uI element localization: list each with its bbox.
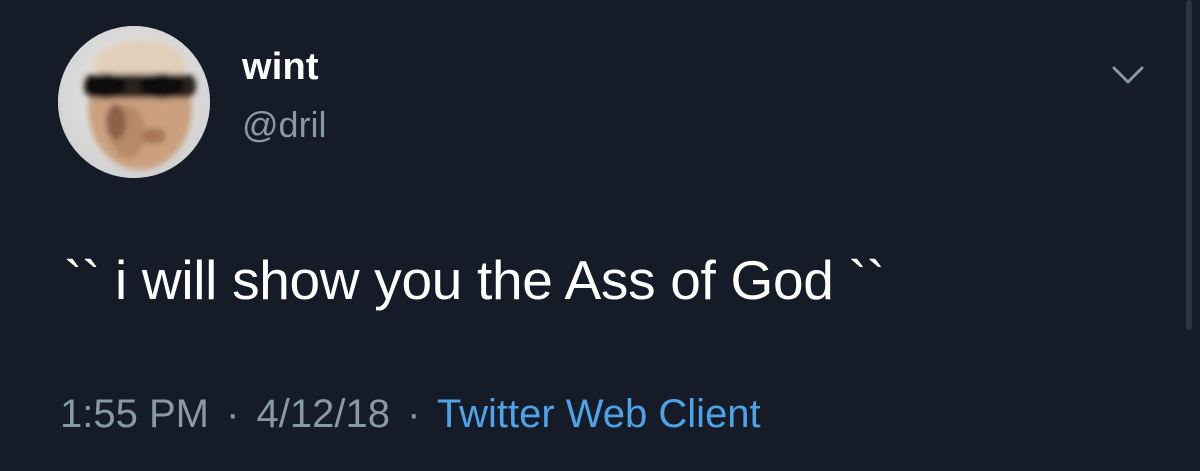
- tweet-date[interactable]: 4/12/18: [257, 392, 390, 436]
- chevron-down-icon[interactable]: [1110, 60, 1146, 88]
- tweet-client-link[interactable]: Twitter Web Client: [437, 392, 761, 436]
- avatar[interactable]: [58, 26, 210, 178]
- author-handle[interactable]: @dril: [242, 104, 327, 146]
- tweet-meta: 1:55 PM · 4/12/18 · Twitter Web Client: [60, 392, 761, 437]
- author-display-name[interactable]: wint: [242, 46, 319, 89]
- meta-separator: ·: [226, 392, 240, 436]
- avatar-image: [58, 26, 210, 178]
- scrollbar[interactable]: [1186, 0, 1192, 330]
- tweet-text: `` i will show you the Ass of God ``: [64, 249, 885, 311]
- tweet-card: wint @dril `` i will show you the Ass of…: [0, 0, 1200, 471]
- tweet-time[interactable]: 1:55 PM: [60, 392, 209, 436]
- meta-separator: ·: [407, 392, 421, 436]
